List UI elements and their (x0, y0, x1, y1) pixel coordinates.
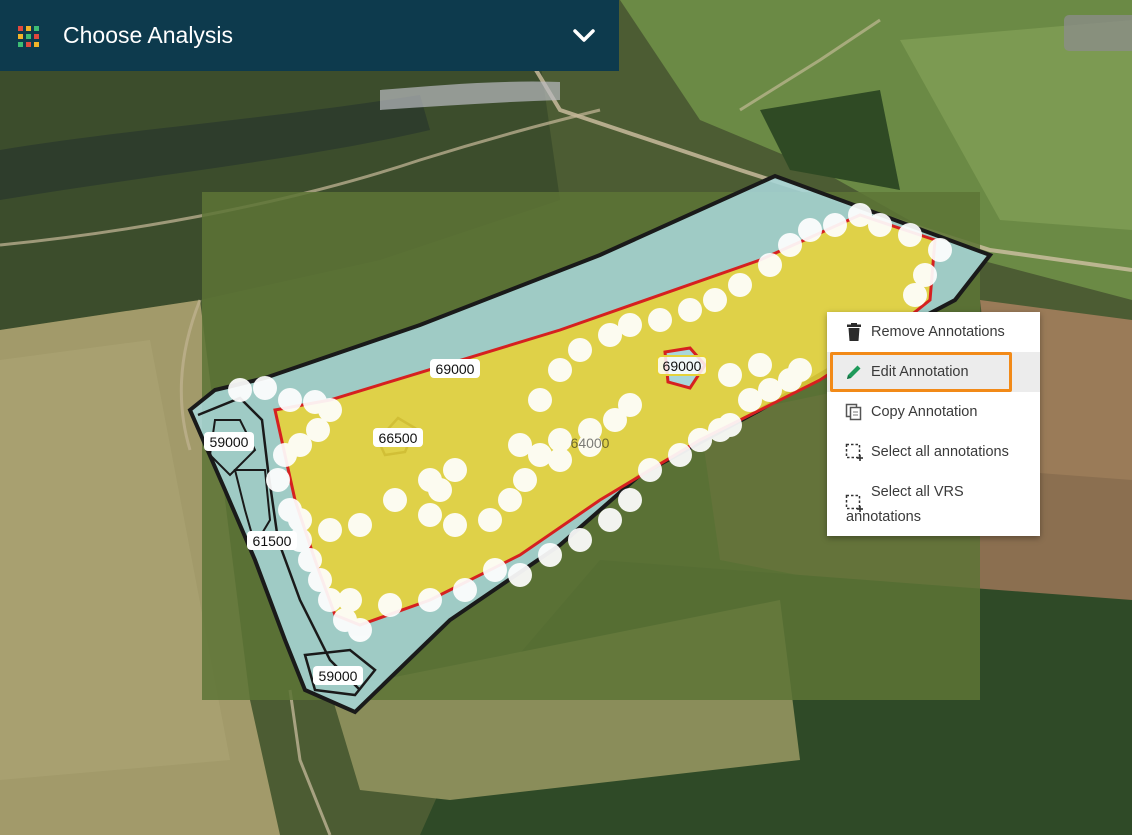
map-control-button[interactable] (1064, 15, 1132, 51)
zone-label: 69000 (656, 355, 708, 376)
pencil-icon (847, 365, 861, 379)
annotation-context-menu: Remove Annotations Edit Annotation Copy … (827, 312, 1040, 536)
menu-item-select-all-vrs-annotations[interactable]: Select all VRS annotations (827, 472, 1040, 536)
trash-icon (847, 323, 861, 341)
vertex-handle[interactable] (348, 618, 372, 642)
vertex-handle[interactable] (318, 398, 342, 422)
svg-text:59000: 59000 (319, 668, 358, 684)
menu-item-copy-annotation[interactable]: Copy Annotation (827, 392, 1040, 432)
choose-analysis-bar[interactable]: Choose Analysis (0, 0, 619, 71)
vertex-handle[interactable] (758, 253, 782, 277)
vertex-handle[interactable] (898, 223, 922, 247)
svg-text:69000: 69000 (663, 358, 702, 374)
vertex-handle[interactable] (478, 508, 502, 532)
vertex-handle[interactable] (778, 233, 802, 257)
vertex-handle[interactable] (788, 358, 812, 382)
vertex-handle[interactable] (483, 558, 507, 582)
vertex-handle[interactable] (453, 578, 477, 602)
vertex-handle[interactable] (648, 308, 672, 332)
vertex-handle[interactable] (528, 388, 552, 412)
select-area-icon (845, 443, 863, 461)
svg-text:66500: 66500 (379, 430, 418, 446)
grid-apps-icon (18, 26, 39, 47)
vertex-handle[interactable] (928, 238, 952, 262)
vertex-handle[interactable] (618, 313, 642, 337)
chevron-down-icon[interactable] (571, 25, 597, 47)
vertex-handle[interactable] (703, 288, 727, 312)
vertex-handle[interactable] (428, 478, 452, 502)
svg-text:64000: 64000 (571, 435, 610, 451)
vertex-handle[interactable] (418, 588, 442, 612)
vertex-handle[interactable] (718, 413, 742, 437)
vertex-handle[interactable] (823, 213, 847, 237)
menu-item-remove-annotations[interactable]: Remove Annotations (827, 312, 1040, 352)
vertex-handle[interactable] (618, 393, 642, 417)
copy-icon (845, 403, 862, 421)
zone-label: 61500 (247, 531, 297, 550)
vertex-handle[interactable] (378, 593, 402, 617)
vertex-handle[interactable] (513, 468, 537, 492)
vertex-handle[interactable] (598, 508, 622, 532)
menu-item-label-line2: annotations (846, 509, 921, 525)
vertex-handle[interactable] (798, 218, 822, 242)
vertex-handle[interactable] (548, 448, 572, 472)
vertex-handle[interactable] (508, 433, 532, 457)
menu-item-label: Select all annotations (871, 444, 1009, 460)
vertex-handle[interactable] (383, 488, 407, 512)
vertex-handle[interactable] (688, 428, 712, 452)
vertex-handle[interactable] (318, 518, 342, 542)
svg-text:59000: 59000 (210, 434, 249, 450)
vertex-handle[interactable] (868, 213, 892, 237)
vertex-handle[interactable] (508, 563, 532, 587)
zone-label: 66500 (373, 428, 423, 447)
vertex-handle[interactable] (443, 458, 467, 482)
menu-item-label: Select all VRS (871, 484, 964, 500)
vertex-handle[interactable] (748, 353, 772, 377)
vertex-handle[interactable] (228, 378, 252, 402)
menu-item-label: Edit Annotation (871, 364, 969, 380)
vertex-handle[interactable] (418, 503, 442, 527)
vertex-handle[interactable] (618, 488, 642, 512)
vertex-handle[interactable] (266, 468, 290, 492)
vertex-handle[interactable] (443, 513, 467, 537)
vertex-handle[interactable] (568, 528, 592, 552)
vertex-handle[interactable] (548, 358, 572, 382)
vertex-handle[interactable] (338, 588, 362, 612)
vertex-handle[interactable] (498, 488, 522, 512)
vertex-handle[interactable] (668, 443, 692, 467)
vertex-handle[interactable] (568, 338, 592, 362)
page-title: Choose Analysis (63, 22, 234, 48)
vertex-handle[interactable] (678, 298, 702, 322)
svg-text:61500: 61500 (253, 533, 292, 549)
vertex-handle[interactable] (278, 388, 302, 412)
menu-item-label: Remove Annotations (871, 324, 1005, 340)
zone-label: 69000 (430, 359, 480, 378)
vertex-handle[interactable] (538, 543, 562, 567)
vertex-handle[interactable] (348, 513, 372, 537)
vertex-handle[interactable] (273, 443, 297, 467)
menu-item-label: Copy Annotation (871, 404, 978, 420)
vertex-handle[interactable] (728, 273, 752, 297)
zone-label: 64000 (571, 435, 610, 451)
zone-label: 59000 (313, 666, 363, 685)
zone-label: 59000 (204, 432, 254, 451)
vertex-handle[interactable] (638, 458, 662, 482)
vertex-handle[interactable] (288, 508, 312, 532)
menu-item-edit-annotation[interactable]: Edit Annotation (827, 352, 1040, 392)
menu-item-select-all-annotations[interactable]: Select all annotations (827, 432, 1040, 472)
vertex-handle[interactable] (253, 376, 277, 400)
vertex-handle[interactable] (718, 363, 742, 387)
svg-text:69000: 69000 (436, 361, 475, 377)
vertex-handle[interactable] (903, 283, 927, 307)
